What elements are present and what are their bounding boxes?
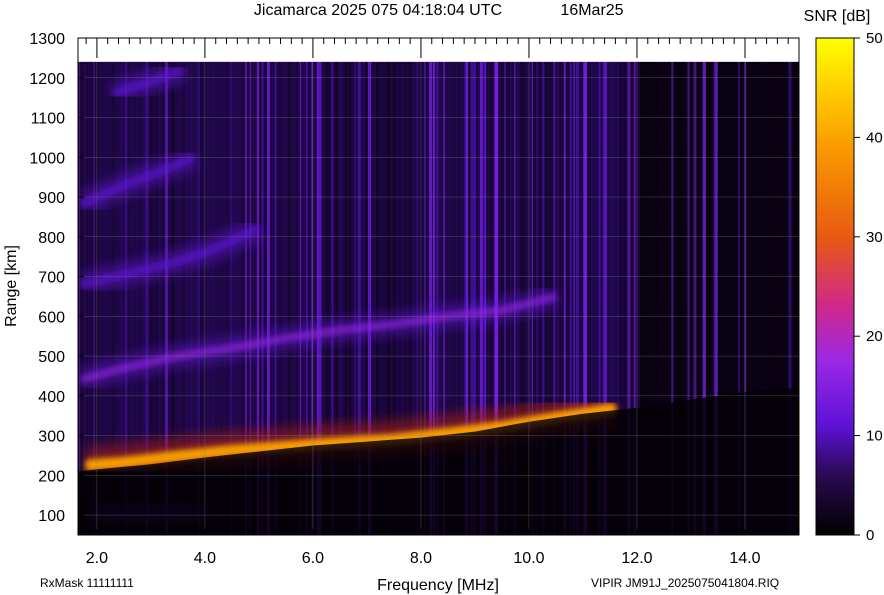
x-tick-label: 8.0: [410, 550, 432, 567]
noise-column: [731, 61, 738, 394]
colorbar-ticks: 0 10 20 30 40 50: [854, 30, 883, 544]
interference-line: [79, 61, 81, 535]
noise-column: [78, 61, 84, 472]
noise-column: [650, 61, 657, 406]
y-tick-label: 1300: [29, 31, 65, 48]
noise-column: [677, 61, 684, 402]
colorbar: [815, 37, 855, 536]
y-tick-label: 600: [38, 309, 65, 326]
x-tick-label: 12.0: [621, 550, 652, 567]
y-axis-label: Range [km]: [3, 245, 20, 327]
noise-column: [763, 61, 770, 391]
noise-column: [547, 61, 554, 419]
noise-column: [375, 61, 381, 441]
y-tick-label: 500: [38, 349, 65, 366]
noise-column: [277, 61, 284, 450]
noise-column: [639, 61, 646, 408]
y-tick-label: 100: [38, 508, 65, 525]
noise-column: [218, 61, 225, 456]
noise-column: [720, 61, 727, 396]
colorbar-tick-label: 50: [866, 30, 883, 47]
noise-column: [612, 61, 619, 411]
noise-column: [99, 61, 106, 470]
noise-column: [380, 61, 387, 441]
noise-column: [250, 61, 257, 453]
noise-column: [83, 61, 90, 471]
x-tick-label: 2.0: [86, 550, 108, 567]
colorbar-tick-label: 10: [866, 428, 883, 445]
noise-column: [499, 61, 506, 428]
noise-column: [747, 61, 754, 392]
noise-column: [504, 61, 511, 427]
noise-column: [105, 61, 111, 469]
noise-column: [321, 61, 327, 445]
chart-date: 16Mar25: [560, 2, 623, 19]
footer-rxmask: RxMask 11111111: [40, 576, 134, 590]
colorbar-tick-label: 30: [866, 229, 883, 246]
noise-column: [402, 61, 408, 439]
noise-column: [445, 61, 452, 435]
noise-column: [342, 61, 349, 444]
noise-column: [591, 61, 597, 413]
noise-column: [769, 61, 776, 391]
noise-column: [753, 61, 759, 392]
colorbar-tick-label: 0: [866, 527, 874, 544]
noise-column: [396, 61, 403, 440]
x-tick-label: 10.0: [513, 550, 544, 567]
y-tick-label: 300: [38, 429, 65, 446]
y-tick-label: 1200: [29, 71, 65, 88]
noise-column: [223, 61, 230, 456]
y-tick-label: 1000: [29, 150, 65, 167]
noise-column: [645, 61, 651, 407]
colorbar-tick-label: 20: [866, 328, 883, 345]
noise-column: [337, 61, 344, 444]
y-tick-label: 700: [38, 270, 65, 287]
noise-column: [790, 61, 797, 389]
y-tick-label: 800: [38, 230, 65, 247]
noise-column: [607, 61, 614, 412]
ionogram-figure: Jicamarca 2025 075 04:18:04 UTC 16Mar25 …: [3, 2, 883, 594]
x-tick-label: 4.0: [194, 550, 216, 567]
noise-column: [412, 61, 419, 439]
chart-title: Jicamarca 2025 075 04:18:04 UTC: [254, 2, 502, 19]
noise-column: [234, 61, 241, 455]
noise-column: [558, 61, 565, 418]
y-tick-label: 900: [38, 190, 65, 207]
noise-column: [758, 61, 765, 391]
noise-column: [110, 61, 117, 469]
x-tick-label: 6.0: [302, 550, 324, 567]
x-axis-label: Frequency [MHz]: [377, 577, 499, 594]
colorbar-tick-label: 40: [866, 129, 883, 146]
heatmap-content: [78, 38, 799, 535]
footer-file: VIPIR JM91J_2025075041804.RIQ: [591, 576, 780, 590]
y-tick-label: 400: [38, 389, 65, 406]
y-axis-ticks: 100 200 300 400 500 600 700 800 900 1000 1100 1200 1…: [29, 31, 84, 525]
y-tick-label: 1100: [31, 111, 66, 128]
noise-column: [726, 61, 732, 395]
noise-column: [780, 61, 786, 390]
colorbar-label: SNR [dB]: [804, 8, 871, 25]
noise-column: [537, 61, 543, 421]
x-tick-label: 14.0: [729, 550, 760, 567]
y-tick-label: 200: [38, 468, 65, 485]
